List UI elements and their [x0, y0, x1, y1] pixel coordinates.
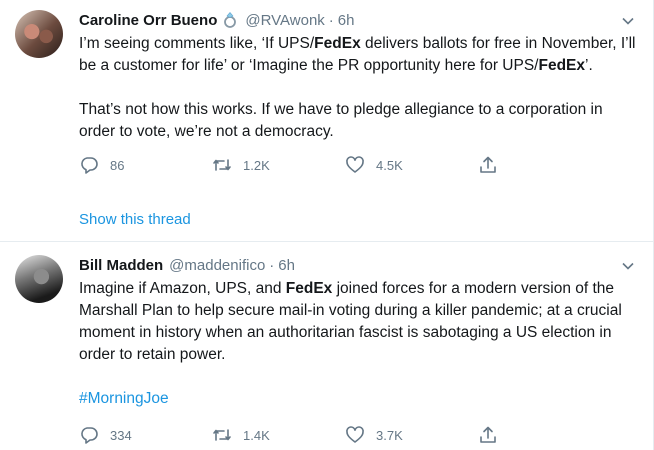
timestamp[interactable]: 6h: [338, 12, 355, 29]
separator-dot: ·: [328, 11, 334, 29]
text-span: I’m seeing comments like, ‘If UPS/: [79, 35, 315, 52]
like-button[interactable]: 4.5K: [345, 155, 478, 175]
separator-dot: ·: [269, 256, 275, 274]
like-count: 4.5K: [376, 157, 403, 173]
chevron-down-icon[interactable]: [621, 14, 635, 28]
text-span: ’.: [585, 57, 593, 74]
tweet-actions: 86 1.2K 4.5K: [79, 154, 637, 176]
tweet[interactable]: Bill Madden @maddenifico · 6h Imagine if…: [0, 242, 653, 450]
bold-text: FedEx: [538, 57, 585, 74]
avatar[interactable]: [15, 10, 63, 58]
timestamp[interactable]: 6h: [278, 257, 295, 274]
bold-text: FedEx: [285, 280, 333, 297]
retweet-icon: [213, 429, 231, 441]
reply-icon: [81, 157, 98, 174]
tweet[interactable]: Caroline Orr Bueno @RVAwonk · 6h I’m see…: [0, 0, 653, 242]
avatar[interactable]: [15, 255, 63, 303]
text-span: Imagine if Amazon, UPS, and: [79, 280, 286, 297]
share-icon: [480, 156, 496, 173]
retweet-count: 1.2K: [243, 157, 270, 173]
chevron-down-icon[interactable]: [621, 259, 635, 273]
reply-count: 86: [110, 157, 125, 173]
text-span: That’s not how this works. If we have to…: [79, 101, 603, 140]
tweet-text: Imagine if Amazon, UPS, and FedEx joined…: [79, 278, 639, 410]
tweet-header: Caroline Orr Bueno @RVAwonk · 6h: [79, 10, 637, 30]
like-icon: [346, 156, 364, 173]
share-icon: [480, 426, 496, 443]
tweet-paragraph: That’s not how this works. If we have to…: [79, 99, 639, 143]
retweet-count: 1.4K: [243, 427, 270, 443]
retweet-button[interactable]: 1.4K: [212, 425, 345, 445]
author-handle[interactable]: @RVAwonk: [245, 12, 324, 29]
show-thread-link[interactable]: Show this thread: [79, 211, 191, 228]
ring-emoji-icon: [224, 12, 237, 28]
reply-button[interactable]: 334: [79, 425, 212, 445]
retweet-button[interactable]: 1.2K: [212, 155, 345, 175]
share-button[interactable]: [478, 155, 611, 175]
reply-button[interactable]: 86: [79, 155, 212, 175]
tweet-feed: Caroline Orr Bueno @RVAwonk · 6h I’m see…: [0, 0, 654, 450]
tweet-paragraph: Imagine if Amazon, UPS, and FedEx joined…: [79, 278, 639, 366]
reply-count: 334: [110, 427, 132, 443]
like-icon: [346, 426, 364, 443]
share-button[interactable]: [478, 425, 611, 445]
tweet-text: I’m seeing comments like, ‘If UPS/FedEx …: [79, 33, 639, 143]
like-count: 3.7K: [376, 427, 403, 443]
author-name[interactable]: Bill Madden: [79, 257, 163, 274]
bold-text: FedEx: [314, 35, 361, 52]
tweet-header: Bill Madden @maddenifico · 6h: [79, 255, 637, 275]
author-handle[interactable]: @maddenifico: [169, 257, 265, 274]
reply-icon: [81, 427, 98, 444]
author-name[interactable]: Caroline Orr Bueno: [79, 12, 217, 29]
hashtag-link[interactable]: #MorningJoe: [79, 390, 169, 407]
like-button[interactable]: 3.7K: [345, 425, 478, 445]
tweet-actions: 334 1.4K 3.7K: [79, 424, 637, 446]
retweet-icon: [213, 159, 231, 171]
tweet-paragraph: I’m seeing comments like, ‘If UPS/FedEx …: [79, 33, 639, 77]
tweet-paragraph: #MorningJoe: [79, 388, 639, 410]
